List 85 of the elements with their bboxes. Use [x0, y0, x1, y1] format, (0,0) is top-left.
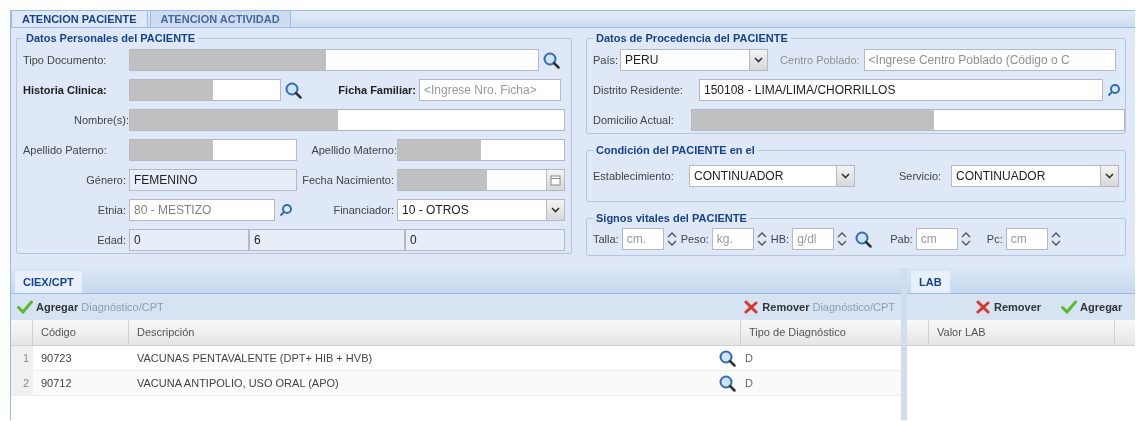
search-icon[interactable]: [718, 374, 736, 392]
field-label: Ficha Familiar:: [337, 82, 417, 98]
input-field: 0: [129, 229, 249, 251]
input-field: FEMENINO: [129, 169, 297, 191]
fieldset-title: Condición del PACIENTE en el: [593, 143, 758, 157]
table-cell-text: 90723: [40, 350, 73, 366]
input-field[interactable]: PERU: [620, 49, 751, 71]
column-header[interactable]: Código: [33, 320, 129, 345]
field-label: Peso:: [680, 231, 709, 247]
field-label: Etnia:: [96, 202, 127, 218]
checkmark-icon[interactable]: [1061, 300, 1078, 314]
row-number: 1: [11, 346, 33, 370]
input-field[interactable]: CONTINUADOR: [689, 165, 837, 187]
input-field[interactable]: 10 - OTROS: [397, 199, 547, 221]
dropdown-button[interactable]: [837, 165, 855, 187]
input-field[interactable]: [129, 49, 539, 71]
spinner-arrows-icon[interactable]: [755, 231, 768, 247]
chevron-down-icon: [1105, 173, 1114, 179]
chevron-down-icon: [551, 207, 560, 213]
dropdown-button[interactable]: [547, 199, 565, 221]
remove-icon[interactable]: [975, 300, 991, 314]
table-cell-text: 90712: [40, 375, 73, 391]
input-field[interactable]: [691, 109, 1125, 131]
date-picker-button[interactable]: [547, 169, 565, 191]
chevron-down-icon: [841, 173, 850, 179]
column-header[interactable]: Tipo de Diagnóstico: [741, 320, 901, 345]
dropdown-button[interactable]: [750, 49, 769, 71]
tab[interactable]: ATENCION ACTIVIDAD: [149, 10, 291, 27]
spinner-arrows-icon[interactable]: [665, 231, 678, 247]
spinner-arrows-icon[interactable]: [836, 231, 849, 247]
field-label: Servicio:: [899, 168, 943, 184]
fieldset-title: Datos Personales del PACIENTE: [23, 31, 199, 45]
toolbar-button[interactable]: Agregar: [1057, 296, 1127, 318]
search-icon[interactable]: [854, 230, 873, 248]
input-field[interactable]: [129, 139, 297, 161]
chevron-down-icon: [754, 57, 764, 63]
field-label: Pc:: [986, 231, 1003, 247]
field-label: Talla:: [593, 231, 619, 247]
input-field[interactable]: [129, 109, 565, 131]
search-icon[interactable]: [718, 349, 736, 367]
input-field[interactable]: [397, 169, 547, 191]
field-label: Distrito Residente:: [593, 82, 684, 98]
input-field[interactable]: CONTINUADOR: [951, 165, 1101, 187]
search-icon[interactable]: [542, 51, 560, 69]
spinner-arrows-icon[interactable]: [1049, 231, 1062, 247]
field-label: Historia Clinica:: [23, 82, 108, 98]
field-label: Apellido Paterno:: [23, 142, 108, 158]
calendar-icon: [550, 174, 561, 186]
field-label: Financiador:: [332, 202, 395, 218]
field-label: Establecimiento:: [593, 168, 675, 184]
column-header[interactable]: Descripción: [129, 320, 713, 345]
field-label: Nombre(s):: [73, 112, 129, 128]
input-field[interactable]: [129, 79, 281, 101]
table-cell-text: D: [744, 375, 754, 391]
tab[interactable]: LAB: [911, 271, 950, 293]
fieldset-title: Datos de Procedencia del PACIENTE: [593, 31, 791, 45]
input-field: 0: [405, 229, 565, 251]
tab[interactable]: CIEX/CPT: [15, 271, 82, 293]
field-label: Pab:: [890, 231, 913, 247]
field-label: Domicilio Actual:: [593, 112, 675, 128]
toolbar-button[interactable]: Agregar Diagnóstico/CPT: [13, 296, 168, 318]
field-label: Apellido Materno:: [310, 142, 397, 158]
field-label: Tipo Documento:: [23, 52, 108, 68]
tab[interactable]: ATENCION PACIENTE: [11, 10, 148, 27]
table-cell-text: VACUNAS PENTAVALENTE (DPT+ HIB + HVB): [136, 350, 374, 366]
field-label: Centro Poblado:: [780, 52, 861, 68]
field-label: Edad:: [96, 232, 127, 248]
input-field: 6: [249, 229, 405, 251]
field-label: País:: [593, 52, 620, 68]
table-cell-text: VACUNA ANTIPOLIO, USO ORAL (APO): [136, 375, 340, 391]
checkmark-icon[interactable]: [17, 300, 33, 314]
spinner-arrows-icon[interactable]: [959, 231, 972, 247]
input-field[interactable]: [397, 139, 565, 161]
toolbar-button[interactable]: Remover Diagnóstico/CPT: [739, 296, 899, 318]
search-icon[interactable]: [284, 81, 302, 99]
remove-icon[interactable]: [743, 300, 760, 314]
table-cell-text: D: [744, 350, 754, 366]
input-field[interactable]: 150108 - LIMA/LIMA/CHORRILLOS: [699, 79, 1103, 101]
row-number: 2: [11, 371, 33, 395]
field-label: Género:: [85, 172, 127, 188]
dropdown-button[interactable]: [1101, 165, 1119, 187]
field-label: HB:: [770, 231, 790, 247]
field-label: Fecha Nacimiento:: [301, 172, 395, 188]
fieldset-title: Signos vitales del PACIENTE: [593, 211, 750, 225]
toolbar-button[interactable]: Remover: [971, 296, 1046, 318]
